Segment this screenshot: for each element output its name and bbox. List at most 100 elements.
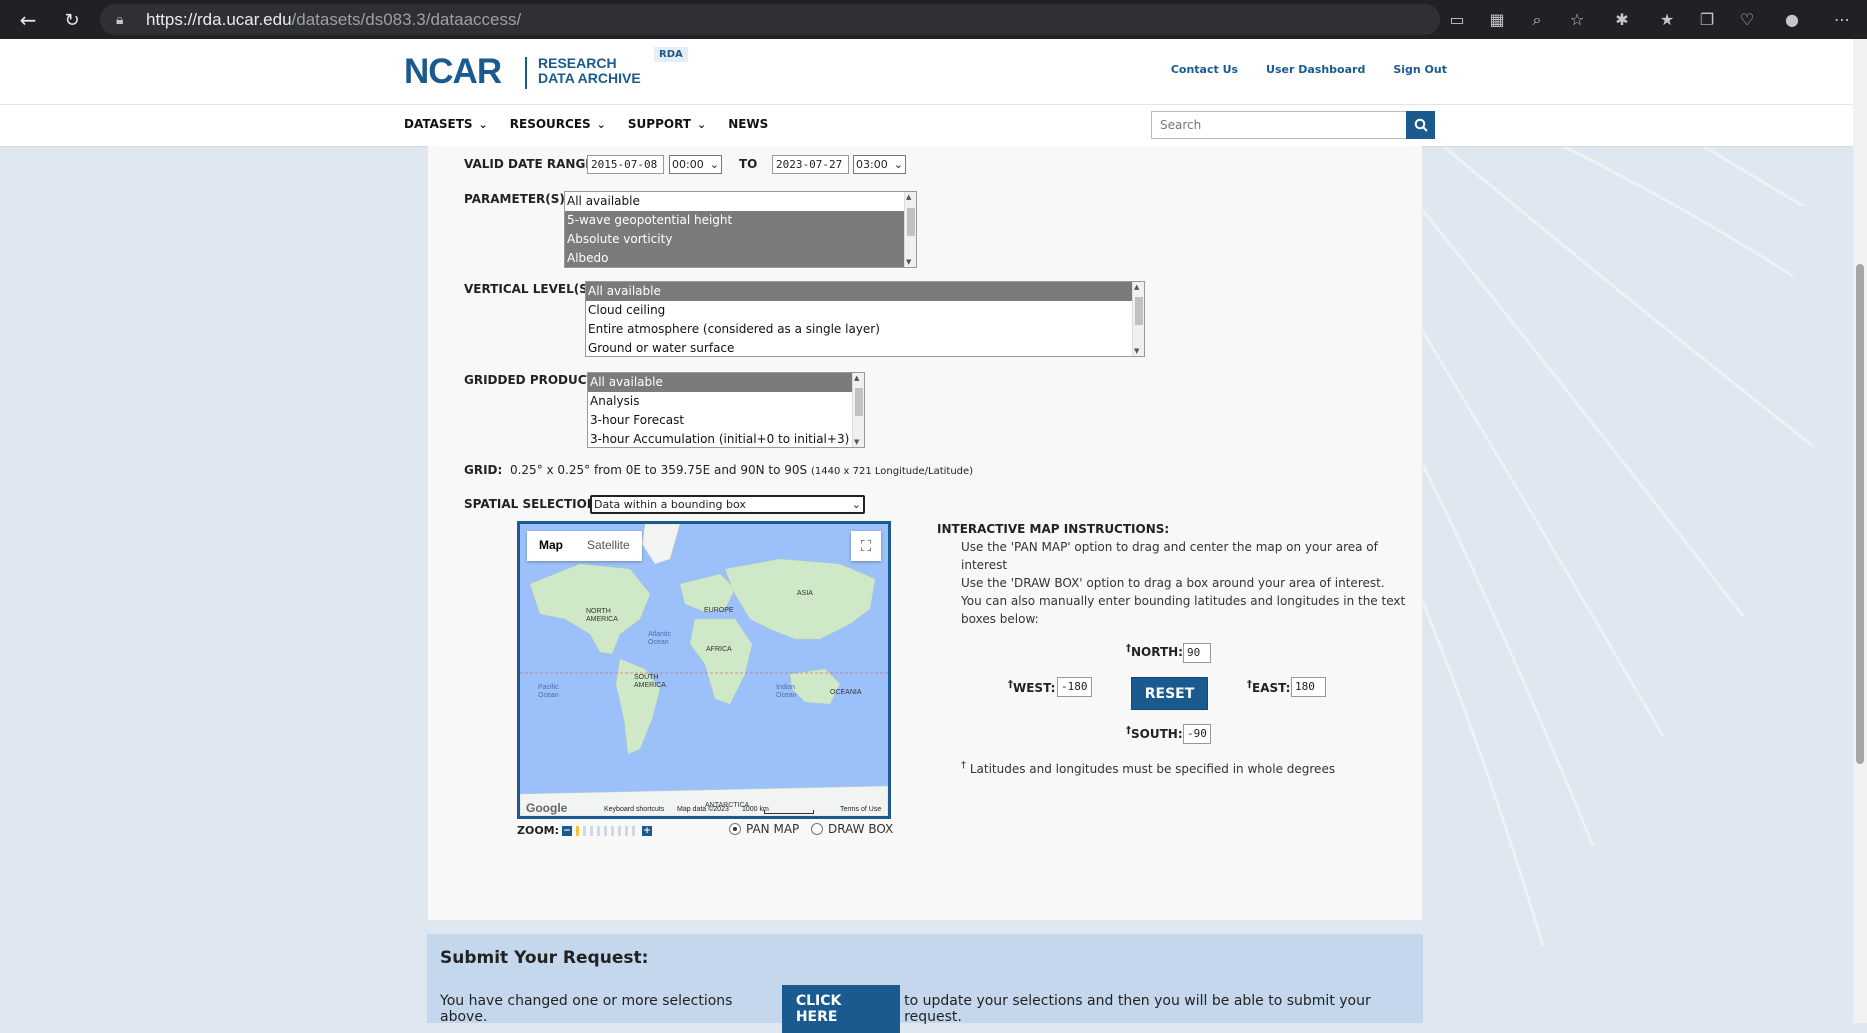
user-dashboard-link[interactable]: User Dashboard xyxy=(1266,63,1365,76)
zoom-in-button[interactable]: + xyxy=(642,825,653,836)
collections-icon[interactable]: ❐ xyxy=(1687,10,1727,29)
terms-of-use-link[interactable]: Terms of Use xyxy=(840,806,881,813)
west-field[interactable]: -180 xyxy=(1057,677,1092,697)
sign-out-link[interactable]: Sign Out xyxy=(1393,63,1447,76)
map-tab-satellite[interactable]: Satellite xyxy=(575,531,642,561)
zoom-level-tick[interactable] xyxy=(618,825,622,836)
contact-us-link[interactable]: Contact Us xyxy=(1171,63,1238,76)
zoom-level-tick[interactable] xyxy=(611,825,615,836)
zoom-icon[interactable]: ⌕ xyxy=(1517,10,1557,30)
list-item[interactable]: Entire atmosphere (considered as a singl… xyxy=(586,320,1144,339)
vertical-levels-listbox[interactable]: All available Cloud ceiling Entire atmos… xyxy=(585,281,1145,357)
instructions-draw: Use the 'DRAW BOX' option to drag a box … xyxy=(961,576,1406,626)
scrollbar[interactable]: ▲ ▼ xyxy=(1132,282,1144,356)
click-here-button[interactable]: CLICK HERE xyxy=(781,985,901,1033)
logo-divider xyxy=(525,57,527,89)
world-map-graphic xyxy=(520,524,888,816)
scroll-up-icon: ▲ xyxy=(906,193,912,201)
parameters-label: PARAMETER(S): xyxy=(464,192,570,206)
search-input[interactable]: Search xyxy=(1151,111,1407,139)
favorites-icon[interactable]: ★ xyxy=(1647,10,1687,29)
parameters-listbox[interactable]: All available 5-wave geopotential height… xyxy=(564,191,917,268)
search-button[interactable] xyxy=(1406,111,1435,139)
favorite-star-icon[interactable]: ☆ xyxy=(1557,10,1597,29)
address-bar[interactable]: 🔒︎ https://rda.ucar.edu/datasets/ds083.3… xyxy=(100,4,1440,35)
start-time-select[interactable]: 00:00 ⌄ xyxy=(669,155,722,174)
list-item[interactable]: 3-hour Forecast xyxy=(588,411,864,430)
list-item[interactable]: Cloud ceiling xyxy=(586,301,1144,320)
spatial-selection-select[interactable]: Data within a bounding box ⌄ xyxy=(590,495,865,514)
page-scrollbar[interactable] xyxy=(1853,39,1867,1023)
list-item[interactable]: All available xyxy=(588,373,864,392)
chevron-down-icon: ⌄ xyxy=(696,118,707,131)
list-item[interactable]: Analysis xyxy=(588,392,864,411)
scroll-down-icon: ▼ xyxy=(854,438,860,446)
scale-bar xyxy=(764,810,814,814)
pan-map-radio[interactable] xyxy=(729,823,741,835)
nav-datasets[interactable]: DATASETS ⌄ xyxy=(404,117,488,131)
zoom-level-tick[interactable] xyxy=(590,825,594,836)
background-arrows-decoration xyxy=(1423,146,1814,947)
zoom-level-tick[interactable] xyxy=(625,825,629,836)
list-item[interactable]: All available xyxy=(565,192,916,211)
map-label-oceania: OCEANIA xyxy=(830,689,862,696)
draw-box-radio[interactable] xyxy=(811,823,823,835)
extensions-icon[interactable]: ✱ xyxy=(1597,10,1647,29)
ncar-logo[interactable]: NCAR xyxy=(404,52,502,92)
east-field[interactable]: 180 xyxy=(1291,677,1326,697)
reader-icon[interactable]: ▭ xyxy=(1437,10,1477,29)
scrollbar-thumb[interactable] xyxy=(1856,264,1864,764)
end-date-field[interactable]: 2023-07-27 xyxy=(772,155,849,174)
scrollbar[interactable]: ▲ ▼ xyxy=(852,373,864,447)
south-field[interactable]: -90 xyxy=(1183,724,1211,744)
instructions-pan: Use the 'PAN MAP' option to drag and cen… xyxy=(961,540,1378,572)
back-icon[interactable]: ← xyxy=(10,2,46,38)
chevron-down-icon: ⌄ xyxy=(709,158,719,171)
health-icon[interactable]: ♡ xyxy=(1727,10,1767,29)
map-tab-map[interactable]: Map xyxy=(527,531,575,561)
fullscreen-icon[interactable]: ⛶ xyxy=(851,531,881,561)
list-item[interactable]: All available xyxy=(586,282,1144,301)
list-item[interactable]: Absolute vorticity xyxy=(565,230,916,249)
start-date-field[interactable]: 2015-07-08 xyxy=(587,155,664,174)
scrollbar[interactable]: ▲ ▼ xyxy=(904,192,916,267)
lock-icon: 🔒︎ xyxy=(116,11,124,28)
list-item[interactable]: Ground or water surface xyxy=(586,339,1144,356)
map-label-north-america: NORTH AMERICA xyxy=(586,608,618,623)
zoom-level-tick[interactable] xyxy=(597,825,601,836)
map-footer: Keyboard shortcuts Map data ©2023 1000 k… xyxy=(520,804,888,816)
nav-resources[interactable]: RESOURCES ⌄ xyxy=(510,117,606,131)
rda-logo-text[interactable]: RESEARCH DATA ARCHIVE xyxy=(538,56,641,86)
end-time-select[interactable]: 03:00 ⌄ xyxy=(853,155,906,174)
list-item[interactable]: 3-hour Accumulation (initial+0 to initia… xyxy=(588,430,864,447)
more-menu-icon[interactable]: ⋯ xyxy=(1817,10,1867,29)
draw-box-option[interactable]: DRAW BOX xyxy=(811,822,893,836)
chevron-down-icon: ⌄ xyxy=(478,118,488,131)
rda-badge: RDA xyxy=(654,47,688,62)
gridded-product-listbox[interactable]: All available Analysis 3-hour Forecast 3… xyxy=(587,372,865,448)
zoom-level-tick[interactable] xyxy=(632,825,636,836)
zoom-level-tick[interactable] xyxy=(604,825,608,836)
profile-avatar-icon[interactable]: ● xyxy=(1767,10,1817,29)
zoom-level-tick[interactable] xyxy=(576,825,580,836)
reset-button[interactable]: RESET xyxy=(1131,677,1208,710)
apps-icon[interactable]: ▦ xyxy=(1477,10,1517,29)
nav-news[interactable]: NEWS xyxy=(728,117,768,131)
site-header xyxy=(0,39,1853,105)
pan-map-option[interactable]: PAN MAP xyxy=(729,822,799,836)
list-item[interactable]: Albedo xyxy=(565,249,916,267)
zoom-level-tick[interactable] xyxy=(583,825,587,836)
keyboard-shortcuts-link[interactable]: Keyboard shortcuts xyxy=(604,806,664,813)
reload-icon[interactable]: ↻ xyxy=(54,2,90,38)
list-item[interactable]: 5-wave geopotential height xyxy=(565,211,916,230)
scroll-up-icon: ▲ xyxy=(1134,283,1140,291)
nav-support[interactable]: SUPPORT ⌄ xyxy=(628,117,706,131)
map-data-text: Map data ©2023 xyxy=(677,806,729,813)
gridded-product-label: GRIDDED PRODUCT: xyxy=(464,373,599,387)
north-field[interactable]: 90 xyxy=(1183,643,1211,663)
zoom-out-button[interactable]: − xyxy=(562,825,573,836)
to-label: TO xyxy=(739,157,758,171)
chevron-down-icon: ⌄ xyxy=(596,118,606,131)
map-label-indian: Indian Ocean xyxy=(776,684,797,699)
interactive-map[interactable]: Map Satellite ⛶ NORTH AMERICA EUROPE ASI… xyxy=(517,521,891,819)
